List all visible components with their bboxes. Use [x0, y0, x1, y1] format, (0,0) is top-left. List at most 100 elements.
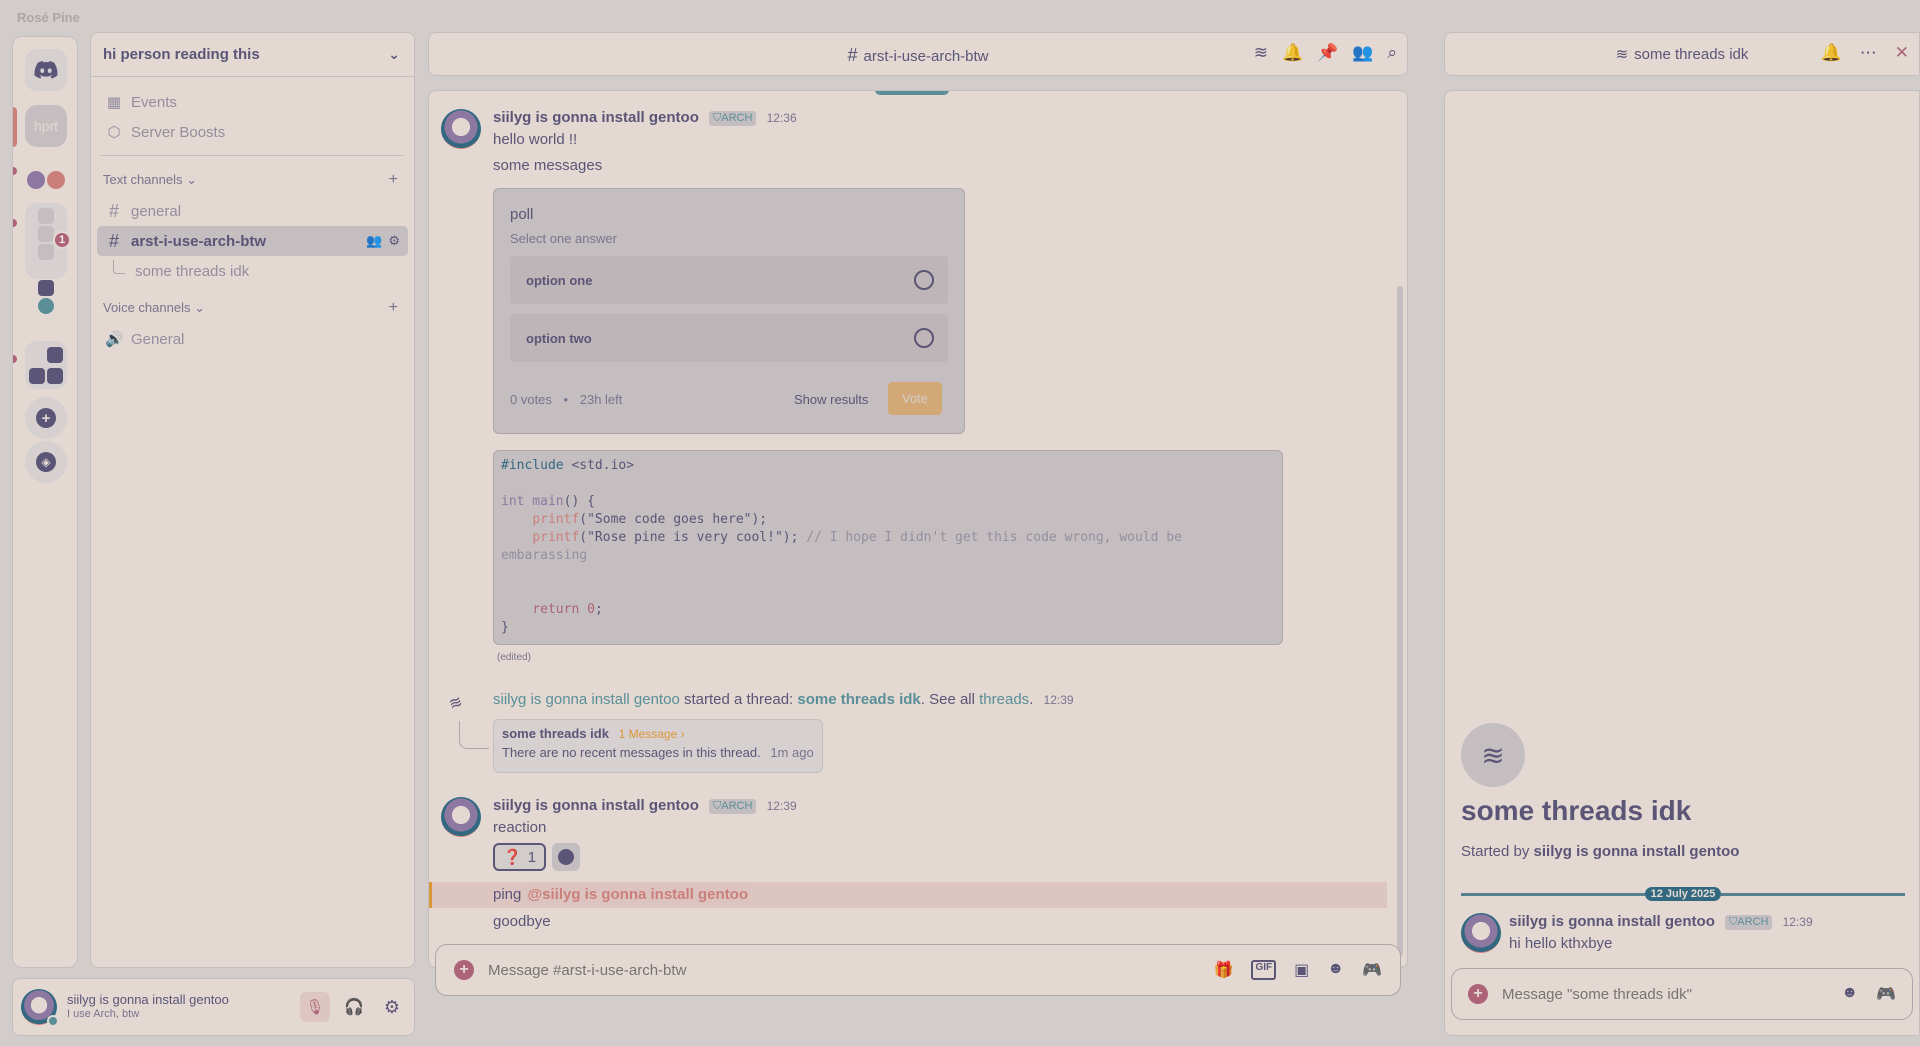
category-voice-channels[interactable]: Voice channels ⌄ +: [91, 296, 414, 320]
thread-card-title: some threads idk: [502, 726, 609, 741]
hashtag-icon: #: [108, 230, 119, 251]
thread-starter[interactable]: siilyg is gonna install gentoo: [1534, 843, 1740, 860]
avatar[interactable]: [1461, 913, 1501, 953]
chat-area: siilyg is gonna install gentoo ⛉ARCH 12:…: [428, 90, 1408, 968]
radio-icon[interactable]: [914, 328, 934, 348]
emoji-icon[interactable]: ☻: [1327, 960, 1344, 980]
search-icon[interactable]: ⌕: [1387, 43, 1397, 63]
avatar[interactable]: [441, 797, 481, 837]
code-token: main: [524, 494, 564, 509]
sidebar-item-boosts[interactable]: ⬡ Server Boosts: [97, 117, 408, 147]
apps-icon[interactable]: 🎮: [1876, 984, 1896, 1004]
boost-icon: ⬡: [107, 124, 121, 141]
sidebar-item-label: Events: [131, 93, 177, 111]
add-channel-icon[interactable]: +: [389, 299, 398, 317]
add-server-button[interactable]: +: [25, 397, 67, 439]
avatar[interactable]: [21, 989, 59, 1027]
server-hprt[interactable]: hprt: [25, 105, 67, 147]
home-button[interactable]: [25, 49, 67, 91]
unread-pill-3: [13, 355, 17, 363]
threads-icon: ≋: [1615, 46, 1629, 63]
channel-arst-i-use-arch-btw[interactable]: # arst-i-use-arch-btw 👥 ⚙: [97, 226, 408, 256]
invite-icon[interactable]: 👥: [366, 233, 382, 249]
server-folder-2[interactable]: [25, 341, 67, 389]
user-mention[interactable]: @siilyg is gonna install gentoo: [525, 886, 751, 903]
sticker-icon[interactable]: ▣: [1294, 960, 1309, 980]
message-author[interactable]: siilyg is gonna install gentoo: [493, 797, 699, 814]
gear-icon[interactable]: ⚙: [388, 233, 400, 249]
add-attachment-button[interactable]: +: [1468, 984, 1488, 1004]
code-token: int: [501, 494, 525, 509]
emoji-icon[interactable]: ☻: [1841, 984, 1858, 1004]
scrollbar[interactable]: [1397, 286, 1403, 956]
poll-option-2[interactable]: option two: [510, 314, 948, 362]
thread-header: ≋ some threads idk 🔔 ⋯ ✕: [1444, 32, 1920, 76]
more-options-icon[interactable]: ⋯: [1860, 43, 1877, 63]
code-token: () {: [563, 494, 595, 509]
threads-icon[interactable]: ≋: [1254, 43, 1268, 63]
message-input[interactable]: [488, 961, 1088, 979]
arch-icon: [47, 346, 63, 363]
thread-some-threads-idk[interactable]: some threads idk: [97, 256, 408, 286]
add-attachment-button[interactable]: +: [454, 960, 474, 980]
category-text-channels[interactable]: Text channels ⌄ +: [91, 168, 414, 192]
message-text: goodbye: [493, 913, 551, 930]
reaction-count: 1: [527, 848, 537, 866]
server-hprt-label: hprt: [33, 118, 59, 134]
add-channel-icon[interactable]: +: [389, 171, 398, 189]
add-reaction-button[interactable]: [552, 843, 581, 871]
user-panel: siilyg is gonna install gentoo I use Arc…: [12, 978, 415, 1036]
thread-icon: ≋: [446, 693, 466, 714]
code-token: printf: [532, 530, 580, 545]
folder-server-icon: [38, 244, 54, 260]
voice-channel-general[interactable]: 🔊 General: [97, 324, 408, 354]
apps-icon[interactable]: 🎮: [1362, 960, 1382, 980]
members-icon[interactable]: 👥: [1352, 43, 1373, 63]
vote-button[interactable]: Vote: [888, 382, 943, 415]
poll-option-1[interactable]: option one: [510, 256, 948, 304]
sidebar-item-events[interactable]: ▦ Events: [97, 87, 408, 117]
folder-server-icon: [38, 226, 54, 242]
thread-preview-card[interactable]: some threads idk 1 Message › There are n…: [493, 719, 823, 773]
server-header[interactable]: hi person reading this ⌄: [91, 33, 414, 77]
thread-card-count[interactable]: 1 Message ›: [619, 727, 685, 741]
pin-icon[interactable]: 📌: [1317, 43, 1338, 63]
code-token: <std.io>: [563, 458, 635, 473]
bell-icon[interactable]: 🔔: [1282, 43, 1303, 63]
thread-author-link[interactable]: siilyg is gonna install gentoo: [493, 691, 680, 708]
divider: [101, 155, 404, 156]
chevron-down-icon: ⌄: [388, 46, 400, 62]
reaction-button[interactable]: ❓ 1: [493, 843, 547, 871]
thread-started-text: .: [1029, 691, 1034, 708]
avatar[interactable]: [441, 109, 481, 149]
bell-icon[interactable]: 🔔: [1821, 43, 1842, 63]
folder-server-icon: [38, 280, 54, 296]
message-text: reaction: [493, 819, 547, 836]
mute-mic-icon[interactable]: 🎙: [300, 992, 330, 1022]
show-results-button[interactable]: Show results: [794, 392, 868, 407]
poll-separator: •: [563, 392, 569, 407]
message-text: ping: [493, 886, 522, 903]
close-icon[interactable]: ✕: [1895, 43, 1909, 63]
poll-card: poll Select one answer option one option…: [493, 188, 965, 434]
gift-icon[interactable]: 🎁: [1214, 960, 1234, 980]
gear-icon[interactable]: ⚙: [378, 992, 406, 1022]
folder-server-icon: [38, 208, 54, 224]
message-author[interactable]: siilyg is gonna install gentoo: [493, 109, 699, 126]
code-token: #include: [501, 458, 564, 473]
chevron-down-icon: ⌄: [194, 300, 205, 315]
explore-button[interactable]: ◈: [25, 441, 67, 483]
folder-spacer: [38, 262, 54, 278]
threads-link[interactable]: threads: [979, 691, 1029, 708]
thread-message-input[interactable]: [1502, 985, 1802, 1003]
radio-icon[interactable]: [914, 270, 934, 290]
thread-panel: ≋ some threads idk Started by siilyg is …: [1444, 90, 1920, 1036]
thread-name-link[interactable]: some threads idk: [797, 691, 920, 708]
message-author[interactable]: siilyg is gonna install gentoo: [1509, 913, 1715, 930]
headphones-icon[interactable]: 🎧: [340, 992, 368, 1022]
gif-icon[interactable]: GIF: [1251, 960, 1277, 980]
thread-card-body: There are no recent messages in this thr…: [502, 745, 761, 760]
server-3[interactable]: [25, 159, 67, 201]
role-tag: ⛉ARCH: [709, 799, 757, 814]
channel-general[interactable]: # general: [97, 196, 408, 226]
